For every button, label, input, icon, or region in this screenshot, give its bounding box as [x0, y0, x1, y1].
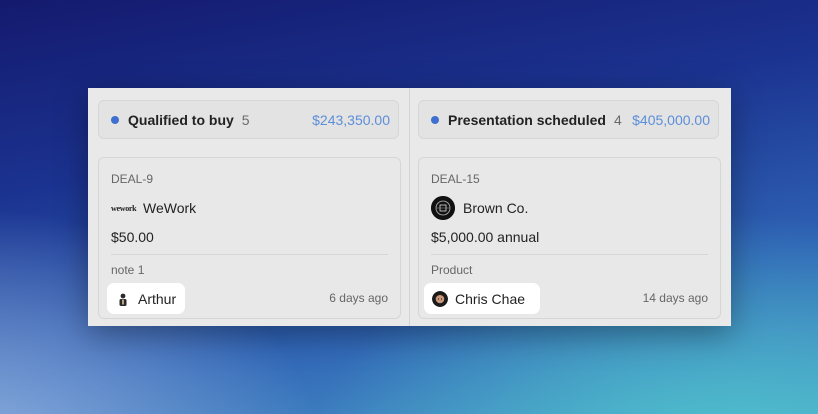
deals-board-panel: Qualified to buy 5 $243,350.00 DEAL-9 we…	[88, 88, 731, 326]
card-divider	[111, 254, 388, 255]
owner-name: Chris Chae	[455, 290, 526, 307]
owner-chip[interactable]: Arthur	[107, 283, 185, 314]
person-photo-icon	[432, 290, 448, 307]
deal-amount: $5,000.00 annual	[431, 229, 540, 245]
owner-avatar	[115, 290, 131, 307]
deal-count: 5	[241, 111, 250, 128]
deal-note: Product	[431, 263, 473, 277]
last-activity-time: 14 days ago	[642, 291, 708, 305]
owner-name: Arthur	[138, 290, 177, 307]
column-header[interactable]: Presentation scheduled 4 $405,000.00	[418, 100, 719, 139]
deal-amount: $50.00	[111, 229, 154, 245]
brown-co-logo-icon	[431, 196, 455, 220]
deal-count: 4	[613, 111, 622, 128]
stage-name: Qualified to buy	[128, 111, 234, 128]
column-presentation-scheduled: Presentation scheduled 4 $405,000.00 DEA…	[418, 88, 721, 326]
column-qualified-to-buy: Qualified to buy 5 $243,350.00 DEAL-9 we…	[98, 88, 401, 326]
company-row: Brown Co.	[431, 196, 528, 220]
owner-avatar	[432, 290, 448, 307]
deal-card[interactable]: DEAL-9 wework WeWork $50.00 note 1 Arthu…	[98, 157, 401, 319]
stage-dot-icon	[111, 115, 119, 124]
last-activity-time: 6 days ago	[329, 291, 388, 305]
deal-id: DEAL-9	[111, 172, 154, 186]
stage-total: $243,350.00	[312, 111, 390, 128]
deal-card[interactable]: DEAL-15 Brown Co. $5,000.00 annual Produ…	[418, 157, 721, 319]
deal-note: note 1	[111, 263, 145, 277]
column-divider	[409, 88, 410, 326]
wework-logo-icon: wework	[111, 203, 137, 213]
company-name[interactable]: Brown Co.	[463, 200, 528, 216]
card-divider	[431, 254, 708, 255]
column-header[interactable]: Qualified to buy 5 $243,350.00	[98, 100, 399, 139]
deal-id: DEAL-15	[431, 172, 480, 186]
stage-dot-icon	[431, 115, 439, 124]
stage-name: Presentation scheduled	[448, 111, 606, 128]
company-row: wework WeWork	[111, 196, 196, 220]
owner-chip[interactable]: Chris Chae	[424, 283, 540, 314]
company-name[interactable]: WeWork	[143, 200, 196, 216]
stage-total: $405,000.00	[632, 111, 710, 128]
person-icon	[115, 290, 131, 307]
